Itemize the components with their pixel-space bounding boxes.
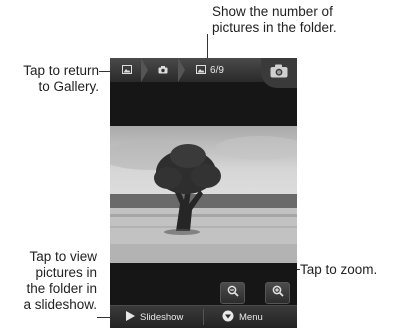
zoom-out-icon	[227, 284, 239, 302]
gallery-icon	[122, 61, 132, 79]
bottom-action-bar: Slideshow Menu	[110, 305, 297, 328]
camera-crumb[interactable]	[150, 58, 176, 82]
play-icon	[126, 310, 135, 324]
picture-count: 6/9	[210, 64, 224, 76]
gallery-home-button[interactable]	[114, 58, 140, 82]
tree-photo[interactable]	[110, 126, 297, 263]
menu-button[interactable]: Menu	[222, 306, 263, 328]
callout-zoom: Tap to zoom.	[300, 262, 378, 277]
callout-slideshow: Tap to view pictures in the folder in a …	[23, 249, 97, 312]
bottom-bar-divider	[203, 309, 204, 325]
tree-photo-art	[110, 126, 297, 263]
slideshow-label: Slideshow	[140, 311, 184, 323]
callout-return-gallery: Tap to return to Gallery.	[23, 63, 99, 94]
picture-icon	[196, 61, 207, 79]
camera-button[interactable]	[261, 58, 297, 88]
camera-icon	[270, 64, 288, 83]
slideshow-button[interactable]: Slideshow	[126, 306, 183, 328]
zoom-in-icon	[272, 284, 284, 302]
callout-folder-count: Show the number of pictures in the folde…	[212, 4, 337, 35]
camera-icon	[158, 61, 168, 79]
gallery-screen: 6/9 Slideshow Menu	[110, 58, 297, 328]
breadcrumb-separator	[178, 58, 185, 82]
breadcrumb-separator	[141, 58, 148, 82]
menu-label: Menu	[239, 311, 263, 323]
folder-crumb[interactable]: 6/9	[190, 58, 230, 82]
menu-icon	[222, 310, 234, 325]
callout-line-count	[207, 34, 208, 59]
zoom-out-button[interactable]	[220, 282, 245, 304]
zoom-in-button[interactable]	[265, 282, 290, 304]
